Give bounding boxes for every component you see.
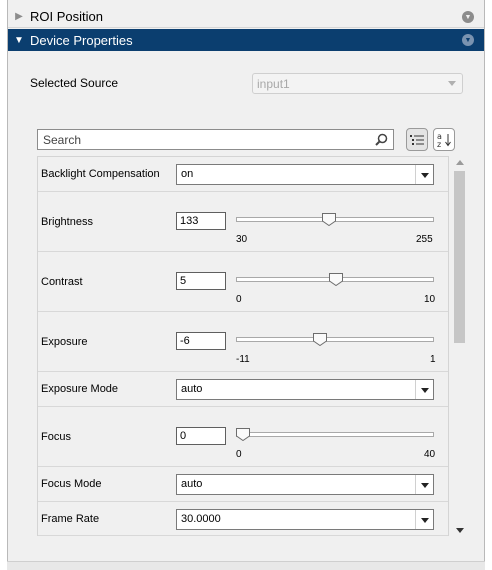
property-label: Exposure <box>41 336 88 348</box>
chevron-down-icon <box>448 81 456 86</box>
chevron-down-icon <box>415 475 433 494</box>
dropdown-value: auto <box>181 383 203 395</box>
expand-triangle-icon: ▶ <box>15 11 23 22</box>
property-label: Focus Mode <box>41 478 102 490</box>
slider-min-label: 30 <box>236 234 248 245</box>
device-properties-header[interactable]: ▼ Device Properties ▼ <box>8 29 484 51</box>
row-contrast: Contrast 5 0 10 <box>38 252 448 312</box>
frame-rate-dropdown[interactable]: 30.0000 <box>176 509 434 530</box>
exposure-input[interactable]: -6 <box>176 332 226 350</box>
chevron-down-icon <box>415 380 433 399</box>
roi-position-title: ROI Position <box>30 9 103 24</box>
dropdown-value: auto <box>181 478 203 490</box>
contrast-slider-thumb[interactable] <box>329 273 343 286</box>
slider-max-label: 10 <box>424 294 436 305</box>
categorized-list-icon <box>410 134 424 145</box>
selected-source-label: Selected Source <box>30 76 119 90</box>
chevron-down-icon <box>415 510 433 529</box>
property-label: Brightness <box>41 216 93 228</box>
property-grid: Backlight Compensation on Brightness 133… <box>37 156 449 536</box>
property-label: Frame Rate <box>41 513 100 525</box>
collapse-triangle-icon: ▼ <box>14 34 24 46</box>
row-focus-mode: Focus Mode auto <box>38 467 448 502</box>
exposure-slider-thumb[interactable] <box>313 333 327 346</box>
exposure-mode-dropdown[interactable]: auto <box>176 379 434 400</box>
scroll-down-icon[interactable] <box>456 528 464 533</box>
focus-slider-track[interactable] <box>236 432 434 437</box>
bottom-edge <box>7 561 485 570</box>
alphabetical-sort-button[interactable]: a z <box>433 128 455 151</box>
roi-position-header[interactable]: ▶ ROI Position ▼ <box>8 6 484 28</box>
brightness-slider-thumb[interactable] <box>322 213 336 226</box>
vertical-scrollbar[interactable] <box>453 157 467 535</box>
contrast-input[interactable]: 5 <box>176 272 226 290</box>
device-properties-title: Device Properties <box>30 32 133 48</box>
slider-min-label: -11 <box>236 354 250 365</box>
row-exposure: Exposure -6 -11 1 <box>38 312 448 372</box>
focus-mode-dropdown[interactable]: auto <box>176 474 434 495</box>
search-input[interactable]: Search <box>37 129 394 150</box>
slider-min-label: 0 <box>236 294 242 305</box>
property-label: Focus <box>41 431 71 443</box>
row-exposure-mode: Exposure Mode auto <box>38 372 448 407</box>
sort-alpha-icon: a z <box>437 132 451 148</box>
dropdown-value: 30.0000 <box>181 513 221 525</box>
row-frame-rate: Frame Rate 30.0000 <box>38 502 448 536</box>
row-focus: Focus 0 0 40 <box>38 407 448 467</box>
slider-max-label: 1 <box>430 354 436 365</box>
chevron-down-icon <box>415 165 433 184</box>
exposure-slider-track[interactable] <box>236 337 434 342</box>
property-label: Backlight Compensation <box>41 168 160 180</box>
scroll-up-icon[interactable] <box>456 160 464 165</box>
selected-source-value: input1 <box>257 77 290 91</box>
property-label: Exposure Mode <box>41 383 119 395</box>
dropdown-value: on <box>181 168 194 180</box>
focus-input[interactable]: 0 <box>176 427 226 445</box>
selected-source-dropdown[interactable]: input1 <box>252 73 463 94</box>
collapse-circle-icon[interactable]: ▼ <box>462 11 474 23</box>
collapse-circle-icon[interactable]: ▼ <box>462 34 474 46</box>
row-brightness: Brightness 133 30 255 <box>38 192 448 252</box>
backlight-compensation-dropdown[interactable]: on <box>176 164 434 185</box>
property-label: Contrast <box>41 276 83 288</box>
focus-slider-thumb[interactable] <box>236 428 250 441</box>
slider-min-label: 0 <box>236 449 242 460</box>
search-icon <box>375 133 388 146</box>
search-placeholder: Search <box>43 133 82 147</box>
property-panel: ▶ ROI Position ▼ ▼ Device Properties ▼ S… <box>7 0 485 570</box>
scrollbar-thumb[interactable] <box>454 171 465 343</box>
row-backlight-compensation: Backlight Compensation on <box>38 157 448 192</box>
slider-max-label: 40 <box>424 449 436 460</box>
brightness-input[interactable]: 133 <box>176 212 226 230</box>
categorized-view-button[interactable] <box>406 128 428 151</box>
svg-text:z: z <box>437 140 441 148</box>
slider-max-label: 255 <box>416 234 433 245</box>
